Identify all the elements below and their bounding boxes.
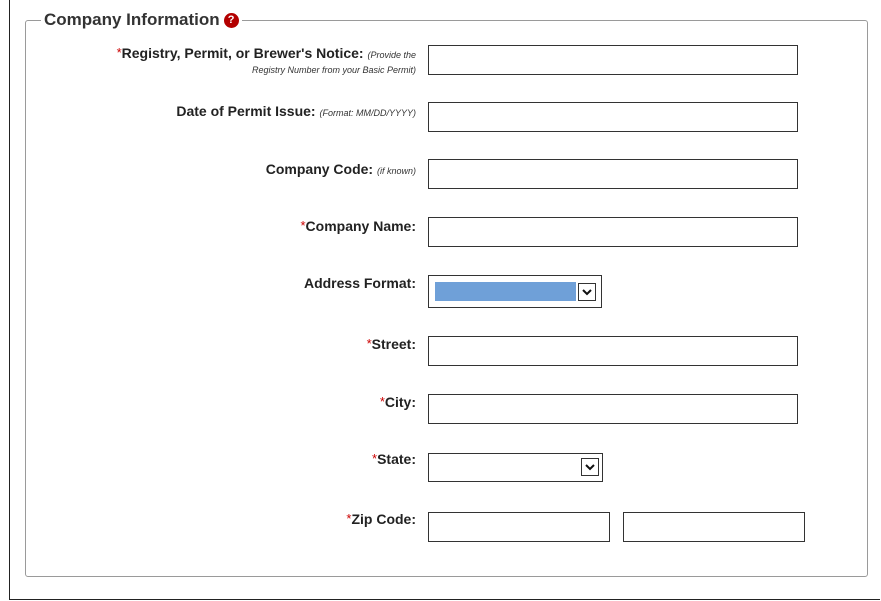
city-input[interactable] [428,394,798,424]
registry-label-row: *Registry, Permit, or Brewer's Notice: (… [117,45,416,61]
address-format-selected-value [435,282,576,301]
city-label-row: *City: [380,394,416,410]
company-code-hint: (if known) [376,166,416,176]
registry-hint: (Provide the [367,50,416,60]
zip-label-row: *Zip Code: [346,511,416,527]
permit-date-hint: (Format: MM/DD/YYYY) [319,108,416,118]
company-code-input[interactable] [428,159,798,189]
address-format-select[interactable] [428,275,602,308]
company-name-label: Company Name: [305,218,416,234]
zip-extension-input[interactable] [623,512,805,542]
permit-date-label: Date of Permit Issue: [176,103,316,119]
permit-date-label-row: Date of Permit Issue: (Format: MM/DD/YYY… [176,103,416,119]
street-label-row: *Street: [367,336,416,352]
registry-label: Registry, Permit, or Brewer's Notice: [121,45,364,61]
street-input[interactable] [428,336,798,366]
company-name-input[interactable] [428,217,798,247]
state-label-row: *State: [372,451,416,467]
registry-hint-line2: Registry Number from your Basic Permit) [251,65,416,75]
zip-label: Zip Code: [351,511,416,527]
company-code-label-row: Company Code: (if known) [266,161,416,177]
chevron-down-icon[interactable] [578,283,596,301]
permit-date-input[interactable] [428,102,798,132]
address-format-label-row: Address Format: [304,275,416,291]
company-name-label-row: *Company Name: [300,218,416,234]
chevron-down-icon[interactable] [581,458,599,476]
state-select[interactable] [428,453,603,482]
company-code-label: Company Code: [265,161,374,177]
section-legend: Company Information ? [41,9,242,31]
section-title: Company Information [44,10,220,29]
zip-code-input[interactable] [428,512,610,542]
registry-input[interactable] [428,45,798,75]
state-label: State: [377,451,416,467]
question-circle-icon[interactable]: ? [223,12,239,28]
address-format-label: Address Format: [303,275,416,291]
city-label: City: [384,394,416,410]
street-label: Street: [371,336,416,352]
